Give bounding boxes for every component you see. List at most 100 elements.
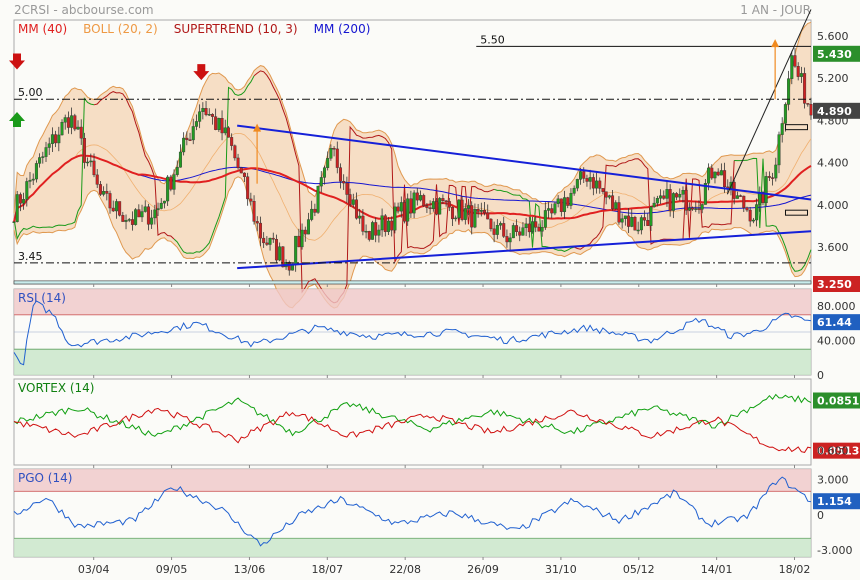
candle-body [358, 215, 362, 219]
candle-body [668, 189, 672, 211]
candle-body [476, 209, 480, 212]
candle-body [146, 206, 150, 225]
candle-body [300, 229, 304, 248]
candle-body [361, 215, 365, 232]
stock-chart: 2CRSI - abcbourse.com 1 AN - JOUR 5.505.… [9, 3, 860, 576]
legend-item-1: BOLL (20, 2) [83, 22, 158, 36]
candle-body [678, 194, 682, 198]
candle-body [230, 137, 234, 146]
candle-body [278, 246, 282, 261]
candle-body [515, 225, 519, 232]
candle-body [659, 195, 663, 199]
candle-body [63, 117, 67, 123]
candle-body [684, 190, 688, 211]
indicator-badge-3: 1.154 [817, 495, 852, 508]
candle-body [489, 218, 493, 230]
candle-body [220, 118, 224, 134]
candle-body [380, 215, 384, 231]
candle-body [646, 219, 650, 226]
candle-body [662, 195, 666, 199]
candle-body [102, 191, 106, 195]
candle-body [402, 202, 406, 222]
candle-body [22, 199, 26, 204]
candle-body [73, 115, 77, 130]
legend-item-0: MM (40) [18, 22, 67, 36]
candle-body [639, 217, 643, 231]
candle-body [188, 139, 192, 141]
candle-body [265, 242, 269, 245]
x-tick-label: 22/08 [389, 563, 421, 576]
price-tick-label: 4.000 [817, 199, 849, 212]
candle-body [393, 206, 397, 231]
candle-body [611, 195, 615, 209]
candle-body [780, 123, 784, 135]
candle-body [313, 208, 317, 213]
candle-body [764, 176, 768, 204]
candle-body [771, 177, 775, 179]
candle-body [342, 180, 346, 184]
candle-body [242, 172, 246, 177]
candle-body [444, 200, 448, 203]
candle-body [191, 126, 195, 141]
candle-body [745, 207, 749, 211]
candle-body [719, 170, 723, 176]
candle-body [76, 126, 80, 130]
candle-body [338, 167, 342, 182]
candle-body [623, 215, 627, 219]
candle-body [108, 193, 112, 209]
candle-body [649, 206, 653, 226]
candle-body [18, 194, 22, 204]
candle-body [713, 171, 717, 179]
candle-body [531, 221, 535, 233]
candle-body [627, 215, 631, 227]
candle-body [470, 205, 474, 228]
candle-body [316, 185, 320, 213]
candle-body [527, 223, 531, 233]
candle-body [793, 55, 797, 67]
candle-body [675, 193, 679, 198]
candle-body [185, 137, 189, 140]
candle-body [681, 190, 685, 195]
candle-body [124, 220, 128, 222]
candle-body [595, 180, 599, 189]
candle-body [435, 201, 439, 215]
candle-body [604, 191, 608, 198]
candle-body [617, 202, 621, 223]
candle-body [89, 160, 93, 163]
candle-body [198, 111, 202, 122]
candle-body [255, 221, 259, 224]
candle-body [473, 209, 477, 228]
candle-body [12, 221, 16, 223]
indicator-tick-label: -3.000 [817, 544, 852, 557]
candle-body [422, 195, 426, 207]
candle-body [50, 134, 54, 144]
candle-body [31, 178, 35, 181]
candle-body [306, 219, 310, 235]
price-tick-label: 4.400 [817, 157, 849, 170]
candle-body [121, 215, 125, 222]
candle-body [377, 229, 381, 236]
candle-body [319, 177, 323, 187]
x-tick-label: 18/07 [311, 563, 343, 576]
candle-body [463, 208, 467, 220]
candle-body [105, 191, 109, 194]
candle-body [57, 134, 61, 144]
candle-body [127, 219, 131, 221]
candle-body [441, 198, 445, 202]
indicator-tick-label: 80.000 [817, 300, 856, 313]
indicator-tick-label: 3.000 [817, 474, 849, 487]
candle-body [262, 237, 266, 244]
candle-body [322, 167, 326, 178]
candle-body [665, 189, 669, 199]
candle-body [419, 195, 423, 201]
candle-body [406, 198, 410, 222]
candle-body [502, 223, 506, 237]
candle-body [335, 148, 339, 168]
candle-body [774, 164, 778, 179]
candle-body [751, 219, 755, 222]
candle-body [354, 199, 358, 219]
candle-body [585, 178, 589, 182]
candle-body [550, 208, 554, 214]
candle-body [95, 174, 99, 185]
x-tick-label: 18/02 [779, 563, 811, 576]
